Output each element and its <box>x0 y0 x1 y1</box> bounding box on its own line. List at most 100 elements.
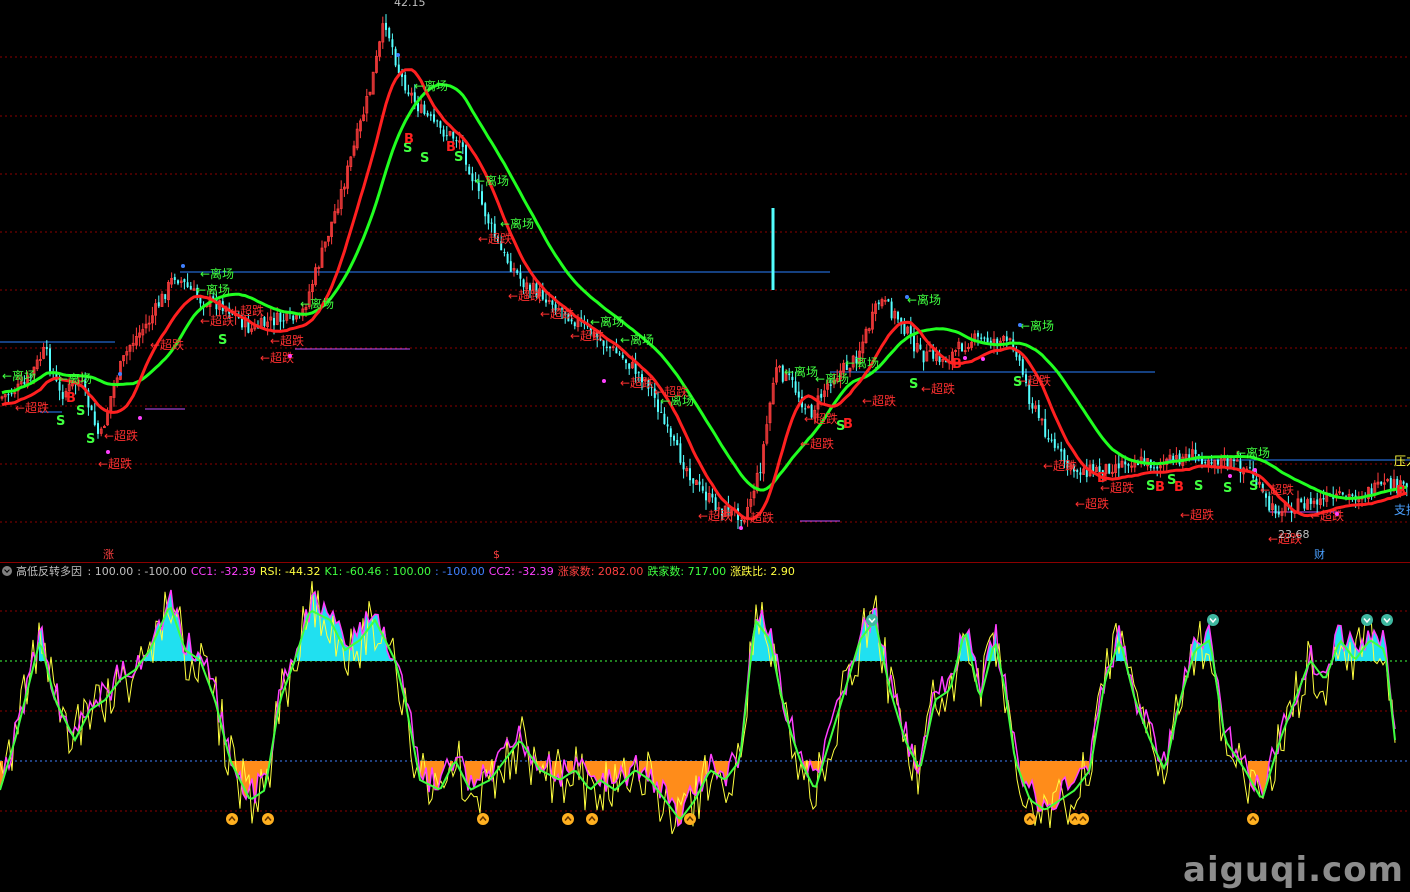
svg-text:←离场: ←离场 <box>620 332 654 347</box>
candle-body <box>615 348 618 354</box>
candle-body <box>759 472 762 474</box>
candle-body <box>404 74 407 91</box>
svg-text:S: S <box>909 377 918 392</box>
svg-text:←离场: ←离场 <box>300 296 334 311</box>
candle-body <box>679 443 682 463</box>
svg-text:←离场: ←离场 <box>196 282 230 297</box>
candle-body <box>426 112 429 116</box>
candle-body <box>1178 453 1181 465</box>
candle-body <box>279 312 282 322</box>
indicator-value-7: CC2: -32.39 <box>488 565 554 578</box>
candle-body <box>673 435 675 441</box>
candle-body <box>442 129 445 137</box>
candle-body <box>49 348 51 372</box>
candle-body <box>516 270 519 274</box>
candle-body <box>1044 418 1047 437</box>
candle-body <box>666 424 669 427</box>
indicator-value-6: : -100.00 <box>435 565 485 578</box>
indicator-name[interactable]: 高低反转多因 <box>16 565 82 578</box>
candle-body <box>663 413 666 425</box>
svg-text:B: B <box>1155 480 1165 495</box>
collapse-icon[interactable] <box>2 566 12 576</box>
svg-text:S: S <box>1194 479 1203 494</box>
candle-body <box>922 350 925 363</box>
candle-body <box>1031 403 1034 409</box>
svg-text:←超跌: ←超跌 <box>740 510 774 525</box>
svg-text:←超跌: ←超跌 <box>150 337 184 352</box>
svg-text:←超跌: ←超跌 <box>654 384 688 399</box>
candle-body <box>522 279 525 288</box>
candle-body <box>385 22 387 30</box>
svg-text:←超跌: ←超跌 <box>540 306 574 321</box>
candle-body <box>1127 464 1130 466</box>
candle-body <box>45 347 48 350</box>
indicator-value-1: : -100.00 <box>137 565 187 578</box>
candle-body <box>481 191 483 205</box>
candle-body <box>983 337 986 339</box>
candle-body <box>173 277 176 280</box>
svg-text:←超跌: ←超跌 <box>921 381 955 396</box>
svg-text:←离场: ←离场 <box>200 266 234 281</box>
svg-text:←离场: ←离场 <box>1020 318 1054 333</box>
svg-text:←超跌: ←超跌 <box>1075 496 1109 511</box>
candle-body <box>484 203 487 217</box>
svg-text:←离场: ←离场 <box>500 216 534 231</box>
svg-text:←离场: ←离场 <box>1236 445 1270 460</box>
candle-body <box>1268 496 1271 511</box>
candle-body <box>199 297 202 304</box>
svg-text:←离场: ←离场 <box>414 78 448 93</box>
candle-body <box>919 344 922 350</box>
candle-body <box>423 104 426 114</box>
candle-body <box>1309 498 1312 504</box>
candle-body <box>705 491 707 501</box>
candle-body <box>804 408 807 410</box>
svg-text:←超跌: ←超跌 <box>1043 458 1077 473</box>
candle-body <box>689 468 691 481</box>
indicator-value-0: : 100.00 <box>87 565 134 578</box>
limit-up-marker: 涨 <box>103 548 114 561</box>
candle-body <box>509 261 512 272</box>
svg-text:B: B <box>1097 471 1107 486</box>
candle-body <box>877 302 880 305</box>
svg-text:←离场: ←离场 <box>845 355 879 370</box>
candle-body <box>292 315 295 321</box>
candle-body <box>1021 359 1024 375</box>
candle-body <box>887 299 890 302</box>
candle-body <box>506 253 509 263</box>
indicator-value-10: 涨跌比: 2.90 <box>730 565 795 578</box>
svg-text:B: B <box>843 417 853 432</box>
candle-body <box>1316 499 1319 505</box>
indicator-values: : 100.00: -100.00 CC1: -32.39 RSI: -44.32 K… <box>88 565 799 578</box>
candle-body <box>1341 492 1344 495</box>
svg-text:B: B <box>404 132 414 147</box>
svg-text:←超跌: ←超跌 <box>1310 508 1344 523</box>
indicator-value-9: 跌家数: 717.00 <box>647 565 727 578</box>
indicator-value-2: CC1: -32.39 <box>190 565 256 578</box>
candle-body <box>519 272 522 279</box>
svg-text:←超跌: ←超跌 <box>1180 507 1214 522</box>
candle-body <box>97 423 99 434</box>
candle-body <box>669 428 672 437</box>
candle-body <box>1050 439 1053 441</box>
chart-canvas[interactable]: ←离场 ←离场←离场←离场←离场←离场←离场←离场←离场←离场←离场←离场←离场←… <box>0 0 1410 892</box>
candle-body <box>93 411 96 425</box>
candle-body <box>909 326 912 335</box>
candle-body <box>711 493 714 498</box>
candle-body <box>1389 478 1392 489</box>
candle-body <box>177 280 179 284</box>
svg-text:←超跌: ←超跌 <box>1260 482 1294 497</box>
candle-body <box>637 372 640 374</box>
candle-body <box>903 323 906 335</box>
candle-body <box>1249 467 1251 469</box>
candle-body <box>164 294 167 300</box>
svg-text:S: S <box>1223 481 1232 496</box>
candle-body <box>913 335 915 352</box>
candle-body <box>487 214 490 224</box>
candle-body <box>605 346 608 348</box>
candle-body <box>183 279 186 283</box>
candle-body <box>186 282 189 287</box>
candle-body <box>977 333 979 337</box>
candle-body <box>621 355 624 358</box>
svg-text:B: B <box>1174 480 1184 495</box>
candle-body <box>471 173 474 182</box>
